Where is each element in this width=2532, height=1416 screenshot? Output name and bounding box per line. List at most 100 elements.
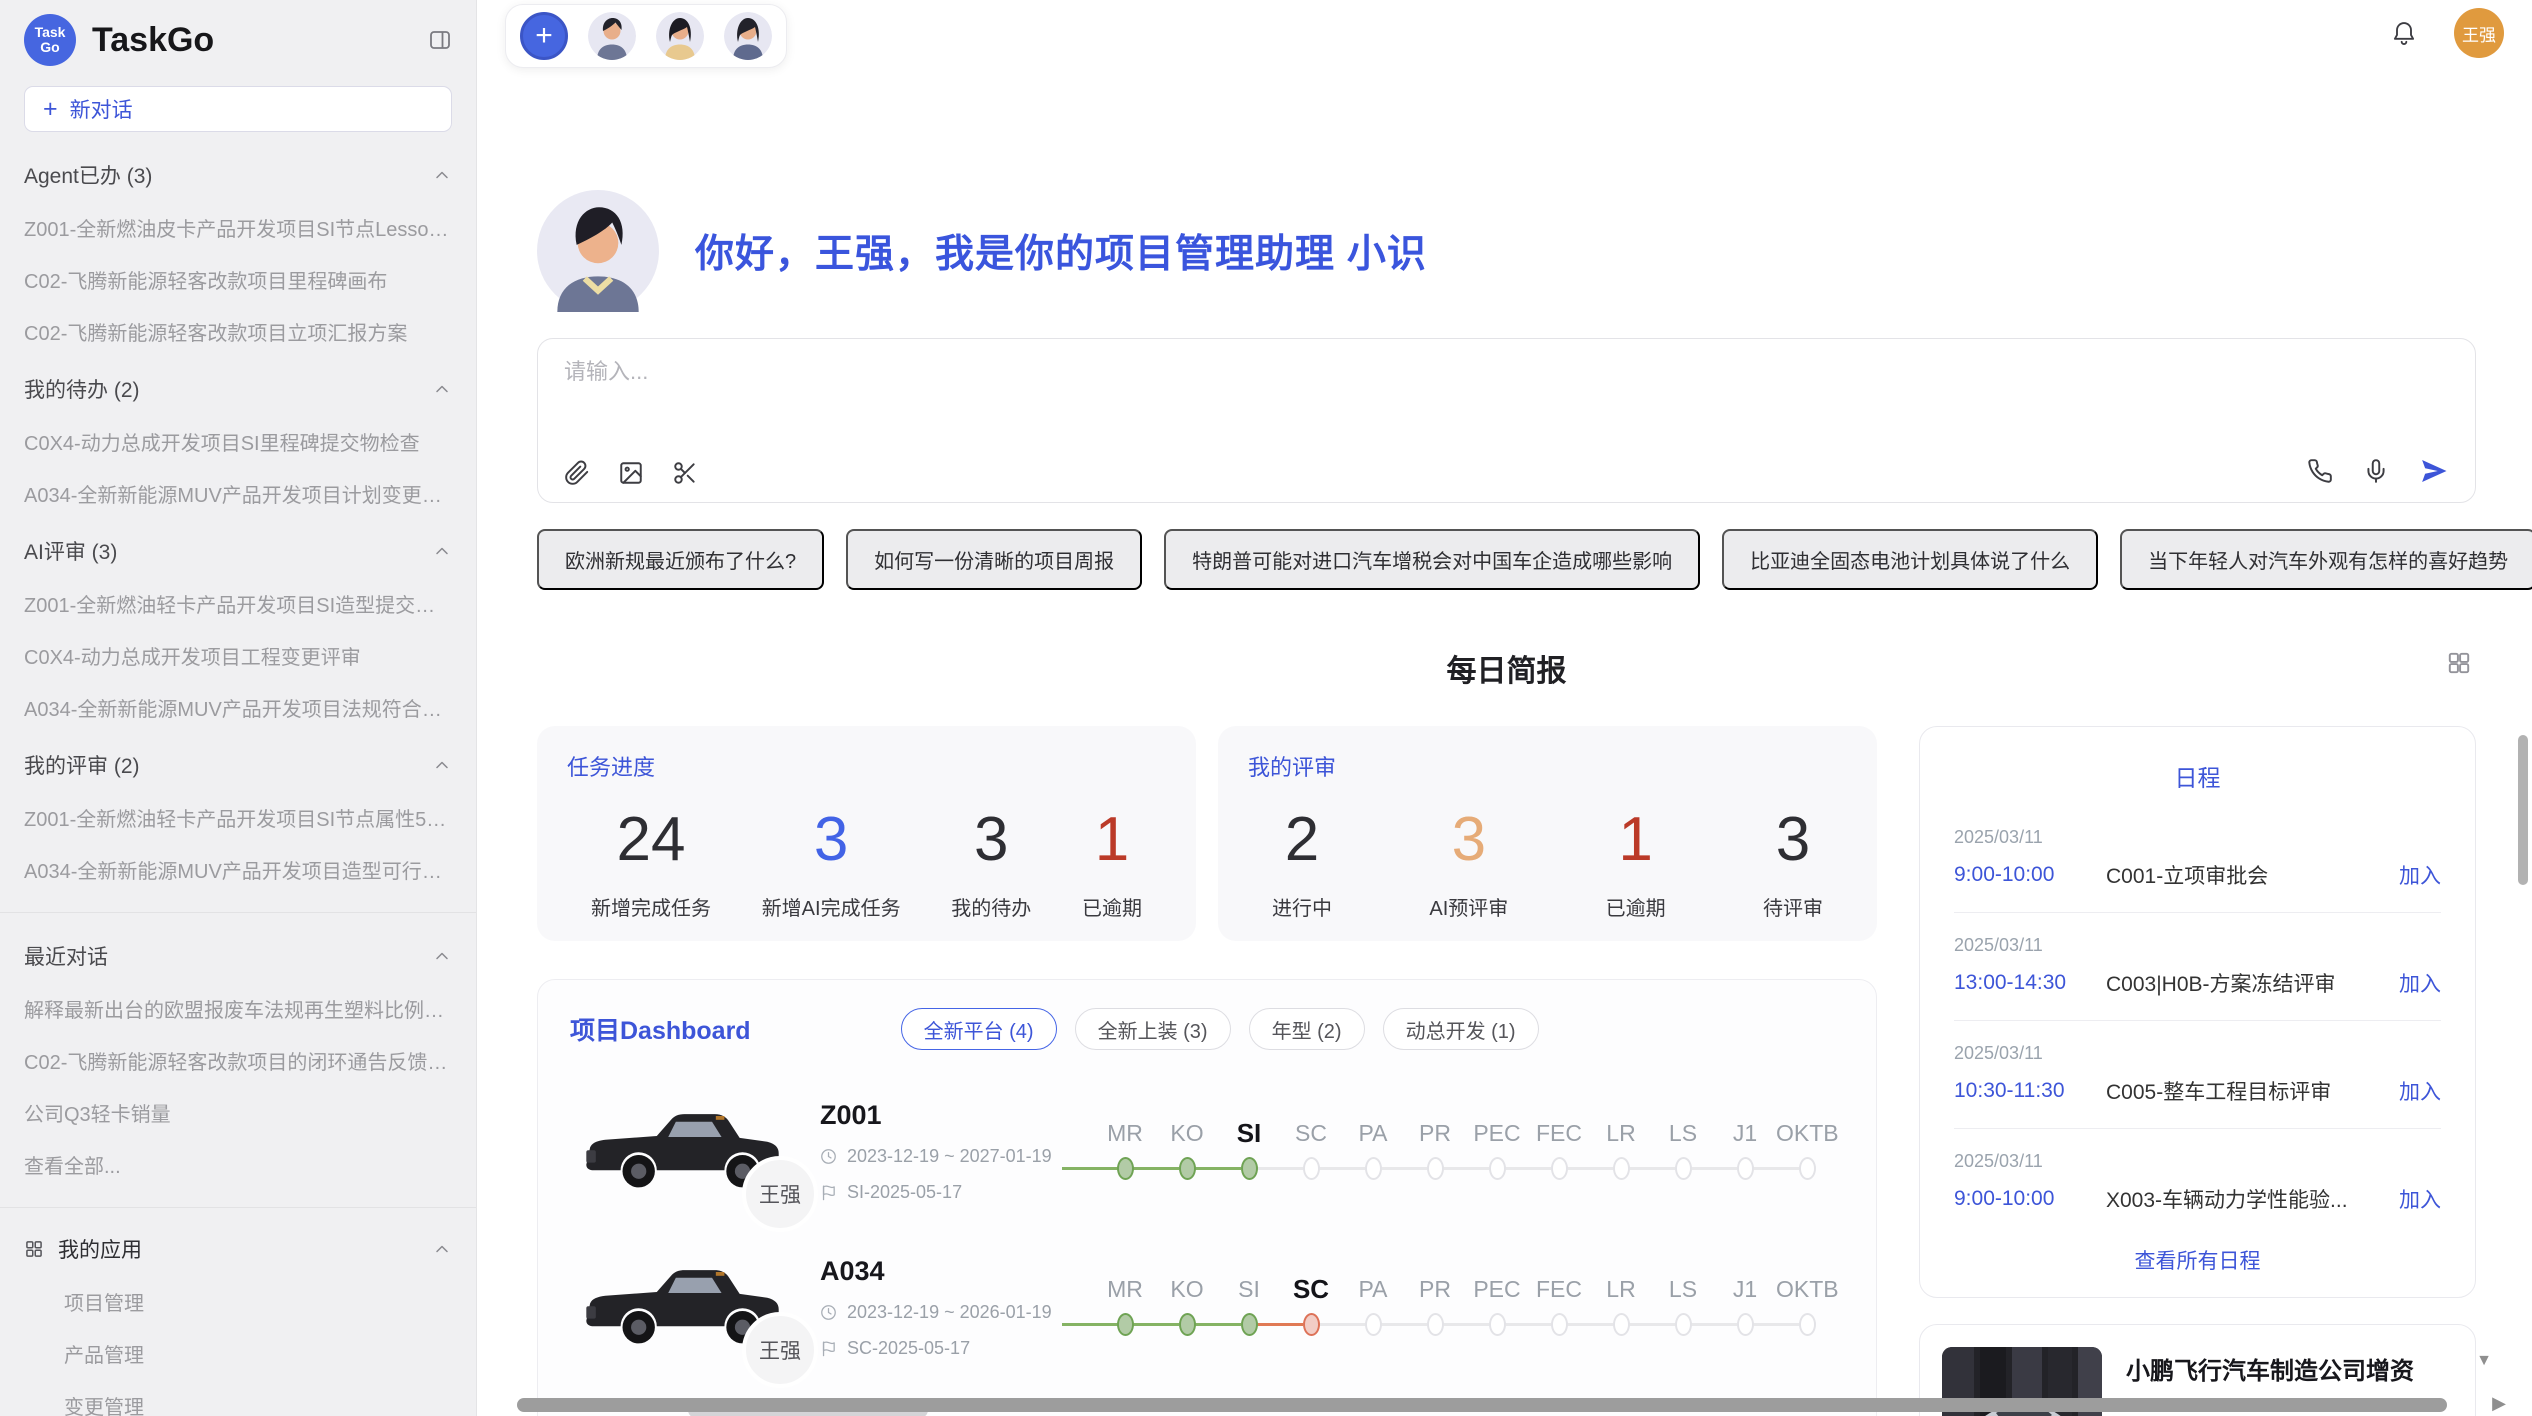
join-event-link[interactable]: 加入 <box>2399 968 2441 998</box>
project-dashboard-card: 项目Dashboard 全新平台 (4)全新上装 (3)年型 (2)动总开发 (… <box>537 979 1877 1416</box>
sidebar-item[interactable]: A034-全新新能源MUV产品开发项目造型可行性评审 <box>24 855 452 884</box>
stat-label: 我的待办 <box>951 892 1031 921</box>
join-event-link[interactable]: 加入 <box>2399 1076 2441 1106</box>
sidebar-item[interactable]: C02-飞腾新能源轻客改款项目里程碑画布 <box>24 265 452 294</box>
assistant-avatar-3[interactable] <box>724 12 772 60</box>
join-event-link[interactable]: 加入 <box>2399 1184 2441 1214</box>
phone-icon[interactable] <box>2307 458 2333 484</box>
dashboard-tab[interactable]: 动总开发 (1) <box>1383 1008 1539 1050</box>
image-upload-icon[interactable] <box>618 460 644 486</box>
sidebar-item[interactable]: A034-全新新能源MUV产品开发项目计划变更表编写 <box>24 479 452 508</box>
flag-icon <box>820 1184 837 1201</box>
layout-grid-icon[interactable] <box>2446 650 2472 676</box>
milestone-label: SC <box>1280 1116 1342 1150</box>
stat-item: 24新增完成任务 <box>591 792 711 921</box>
sidebar-section-header[interactable]: 我的待办 (2) <box>24 374 452 404</box>
stat-label: 进行中 <box>1272 892 1332 921</box>
stat-item: 2进行中 <box>1272 792 1332 921</box>
chevron-up-icon <box>432 379 452 399</box>
sidebar-my-apps: 我的应用项目管理产品管理变更管理查看全部... <box>24 1234 452 1416</box>
sidebar-item[interactable]: Z001-全新燃油轻卡产品开发项目SI造型提交物评审 <box>24 589 452 618</box>
my-review-card: 我的评审 2进行中3AI预评审1已逾期3待评审 <box>1218 726 1877 941</box>
milestone-label: PR <box>1404 1272 1466 1306</box>
microphone-icon[interactable] <box>2363 458 2389 484</box>
milestone-dot <box>1489 1157 1506 1180</box>
sidebar-item[interactable]: A034-全新新能源MUV产品开发项目法规符合性评审 <box>24 693 452 722</box>
schedule-event: 2025/03/1113:00-14:30C003|H0B-方案冻结评审加入 <box>1954 935 2441 1021</box>
milestone-labels: MRKOSISCPAPRPECFECLRLSJ1OKTB <box>1094 1116 1838 1150</box>
sidebar-item[interactable]: C02-飞腾新能源轻客改款项目立项汇报方案 <box>24 317 452 346</box>
main-area: + 王强 你好，王强，我是你的项目管理助理 小识 <box>477 0 2532 1416</box>
join-event-link[interactable]: 加入 <box>2399 860 2441 890</box>
topbar-right: 王强 <box>2390 8 2504 58</box>
view-all-schedule-link[interactable]: 查看所有日程 <box>1954 1239 2441 1297</box>
scroll-right-arrow-icon[interactable]: ▶ <box>2492 1393 2506 1414</box>
app-item[interactable]: 产品管理 <box>64 1339 452 1368</box>
dashboard-tab[interactable]: 全新上装 (3) <box>1075 1008 1231 1050</box>
view-all-chats-link[interactable]: 查看全部... <box>24 1150 452 1179</box>
suggestion-chip[interactable]: 当下年轻人对汽车外观有怎样的喜好趋势 <box>2120 529 2532 590</box>
recent-chat-item[interactable]: C02-飞腾新能源轻客改款项目的闭环通告反馈情况 <box>24 1046 452 1075</box>
app-item[interactable]: 项目管理 <box>64 1287 452 1316</box>
sidebar-section-header[interactable]: 最近对话 <box>24 941 452 971</box>
chat-input[interactable] <box>564 359 1920 385</box>
sidebar-item[interactable]: Z001-全新燃油轻卡产品开发项目SI节点属性5D文件评审 <box>24 803 452 832</box>
vertical-scrollbar[interactable] <box>2518 735 2528 885</box>
project-date-range: 2023-12-19 ~ 2027-01-19 <box>820 1146 1060 1167</box>
send-icon[interactable] <box>2419 456 2449 486</box>
briefing-columns: 任务进度 24新增完成任务3新增AI完成任务3我的待办1已逾期 我的评审 2进行… <box>537 726 2476 1416</box>
sidebar-collapse-icon[interactable] <box>428 28 452 52</box>
assistant-avatar-1[interactable] <box>588 12 636 60</box>
sidebar-item[interactable]: C0X4-动力总成开发项目SI里程碑提交物检查 <box>24 427 452 456</box>
scroll-down-arrow-icon[interactable]: ▼ <box>2476 1352 2492 1370</box>
suggestion-chip[interactable]: 特朗普可能对进口汽车增税会对中国车企造成哪些影响 <box>1164 529 1700 590</box>
recent-chat-item[interactable]: 公司Q3轻卡销量 <box>24 1098 452 1127</box>
milestone-segment <box>1133 1167 1179 1170</box>
topbar: + 王强 <box>477 0 2532 70</box>
sidebar-item[interactable]: C0X4-动力总成开发项目工程变更评审 <box>24 641 452 670</box>
dashboard-tab[interactable]: 全新平台 (4) <box>901 1008 1057 1050</box>
paperclip-icon[interactable] <box>564 460 590 486</box>
sidebar-section-header[interactable]: Agent已办 (3) <box>24 160 452 190</box>
clock-icon <box>820 1148 837 1165</box>
briefing-header: 每日简报 <box>537 646 2476 684</box>
milestone-dot <box>1737 1313 1754 1336</box>
stat-value: 3 <box>1776 792 1810 888</box>
greeting-text: 你好，王强，我是你的项目管理助理 小识 <box>695 223 1427 279</box>
milestone-label: MR <box>1094 1272 1156 1306</box>
stat-value: 3 <box>974 792 1008 888</box>
stat-item: 3AI预评审 <box>1429 792 1508 921</box>
schedule-title: 日程 <box>1954 759 2441 793</box>
assistant-avatar-2[interactable] <box>656 12 704 60</box>
sidebar-item-my-apps[interactable]: 我的应用 <box>24 1234 452 1264</box>
milestone-dot <box>1303 1157 1320 1180</box>
dashboard-tab[interactable]: 年型 (2) <box>1249 1008 1365 1050</box>
suggestion-chip[interactable]: 欧洲新规最近颁布了什么? <box>537 529 824 590</box>
notification-bell-icon[interactable] <box>2390 19 2418 47</box>
stat-value: 3 <box>1452 792 1486 888</box>
stat-label: 新增AI完成任务 <box>762 892 901 921</box>
suggestion-chip[interactable]: 如何写一份清晰的项目周报 <box>846 529 1142 590</box>
scissors-icon[interactable] <box>672 460 698 486</box>
milestone-dot <box>1241 1313 1258 1336</box>
milestone-segment <box>1381 1167 1427 1170</box>
app-item[interactable]: 变更管理 <box>64 1391 452 1416</box>
milestone-dot <box>1799 1157 1816 1180</box>
divider <box>0 912 476 913</box>
event-time: 9:00-10:00 <box>1954 1187 2106 1211</box>
new-chat-button[interactable]: + 新对话 <box>24 86 452 132</box>
sidebar-section-header[interactable]: AI评审 (3) <box>24 536 452 566</box>
recent-chat-item[interactable]: 解释最新出台的欧盟报废车法规再生塑料比例被调至15%... <box>24 994 452 1023</box>
milestone-dot <box>1613 1313 1630 1336</box>
add-assistant-button[interactable]: + <box>520 12 568 60</box>
sidebar-section-header[interactable]: 我的评审 (2) <box>24 750 452 780</box>
suggestion-chip[interactable]: 比亚迪全固态电池计划具体说了什么 <box>1722 529 2098 590</box>
input-attachment-tools <box>564 460 698 486</box>
sidebar-item[interactable]: Z001-全新燃油皮卡产品开发项目SI节点Lesson Learn报告 <box>24 213 452 242</box>
milestone-label: PA <box>1342 1116 1404 1150</box>
horizontal-scrollbar[interactable] <box>517 1398 2447 1412</box>
user-avatar[interactable]: 王强 <box>2454 8 2504 58</box>
event-date: 2025/03/11 <box>1954 827 2441 848</box>
stat-item: 3 我的待办 <box>951 792 1031 921</box>
milestone-label: KO <box>1156 1116 1218 1150</box>
